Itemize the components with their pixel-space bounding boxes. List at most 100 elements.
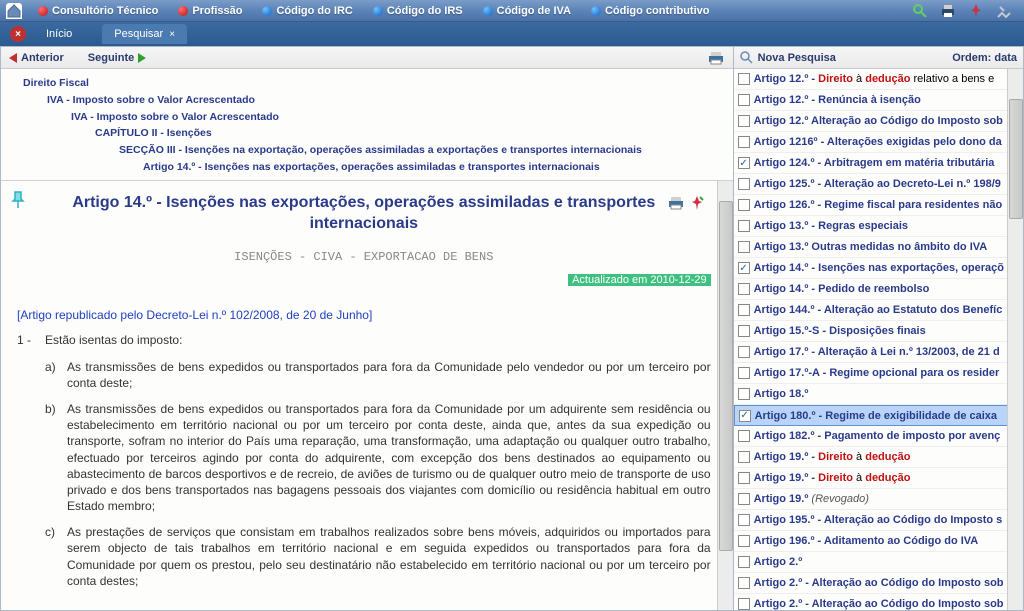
- pin-icon[interactable]: [966, 2, 986, 20]
- search-title[interactable]: Nova Pesquisa: [758, 52, 836, 64]
- checkbox[interactable]: [738, 556, 750, 568]
- search-result-row[interactable]: Artigo 126.º - Regime fiscal para reside…: [734, 195, 1008, 216]
- article-title: Artigo 14.º - Isenções nas exportações, …: [17, 189, 711, 245]
- bullet-icon: [483, 6, 493, 16]
- search-result-row[interactable]: Artigo 13.º - Regras especiais: [734, 216, 1008, 237]
- search-result-row[interactable]: ✓Artigo 124.º - Arbitragem em matéria tr…: [734, 153, 1008, 174]
- search-result-row[interactable]: ✓Artigo 180.º - Regime de exigibilidade …: [734, 405, 1008, 426]
- checkbox[interactable]: [738, 514, 750, 526]
- toolbar-item[interactable]: Consultório Técnico: [28, 5, 168, 17]
- checkbox[interactable]: [738, 94, 750, 106]
- search-icon[interactable]: [910, 2, 930, 20]
- breadcrumb-item[interactable]: SECÇÃO III - Isenções na exportação, ope…: [23, 142, 723, 159]
- home-icon[interactable]: [6, 3, 22, 19]
- search-order[interactable]: Ordem: data: [952, 52, 1017, 64]
- checkbox[interactable]: [738, 283, 750, 295]
- list-letter: a): [45, 359, 67, 391]
- printer-icon[interactable]: [938, 2, 958, 20]
- search-result-row[interactable]: Artigo 196.º - Aditamento ao Código do I…: [734, 531, 1008, 552]
- checkbox[interactable]: [738, 388, 750, 400]
- article-print-icon[interactable]: [667, 195, 685, 211]
- search-result-row[interactable]: Artigo 195.º - Alteração ao Código do Im…: [734, 510, 1008, 531]
- toolbar-item[interactable]: Código contributivo: [581, 5, 719, 17]
- result-label: Artigo 2.º: [754, 556, 803, 568]
- search-result-row[interactable]: Artigo 17.º-A - Regime opcional para os …: [734, 363, 1008, 384]
- breadcrumb-item[interactable]: Direito Fiscal: [23, 75, 723, 92]
- breadcrumb-item[interactable]: IVA - Imposto sobre o Valor Acrescentado: [23, 92, 723, 109]
- tools-icon[interactable]: [994, 2, 1014, 20]
- article-keywords: ISENÇÕES - CIVA - EXPORTACAO DE BENS: [17, 244, 711, 274]
- result-label: Artigo 196.º - Aditamento ao Código do I…: [754, 535, 979, 547]
- search-result-row[interactable]: Artigo 19.º (Revogado): [734, 489, 1008, 510]
- article-pin-icon[interactable]: [689, 195, 705, 211]
- checkbox[interactable]: [738, 136, 750, 148]
- checkbox[interactable]: [738, 346, 750, 358]
- search-result-row[interactable]: ✓Artigo 14.º - Isenções nas exportações,…: [734, 258, 1008, 279]
- search-result-row[interactable]: Artigo 18.º: [734, 384, 1008, 405]
- search-result-row[interactable]: Artigo 15.º-S - Disposições finais: [734, 321, 1008, 342]
- checkbox[interactable]: ✓: [738, 157, 750, 169]
- checkbox[interactable]: [738, 325, 750, 337]
- search-result-row[interactable]: Artigo 19.º - Direito à dedução: [734, 447, 1008, 468]
- article-body: Artigo 14.º - Isenções nas exportações, …: [1, 180, 733, 610]
- search-result-row[interactable]: Artigo 14.º - Pedido de reembolso: [734, 279, 1008, 300]
- checkbox[interactable]: [738, 304, 750, 316]
- search-pane: Nova Pesquisa Ordem: data Artigo 12.º - …: [734, 46, 1024, 611]
- search-result-row[interactable]: Artigo 1216º - Alterações exigidas pelo …: [734, 132, 1008, 153]
- result-label: Artigo 13.º Outras medidas no âmbito do …: [754, 241, 988, 253]
- checkbox[interactable]: [738, 598, 750, 610]
- toolbar-item[interactable]: Profissão: [168, 5, 252, 17]
- breadcrumb-item[interactable]: IVA - Imposto sobre o Valor Acrescentado: [23, 109, 723, 126]
- checkbox[interactable]: [738, 220, 750, 232]
- checkbox[interactable]: [738, 493, 750, 505]
- checkbox[interactable]: [738, 241, 750, 253]
- checkbox[interactable]: ✓: [739, 410, 751, 422]
- breadcrumb-item[interactable]: CAPÍTULO II - Isenções: [23, 125, 723, 142]
- search-result-row[interactable]: Artigo 125.º - Alteração ao Decreto-Lei …: [734, 174, 1008, 195]
- checkbox[interactable]: [738, 451, 750, 463]
- checkbox[interactable]: [738, 367, 750, 379]
- search-result-row[interactable]: Artigo 2.º - Alteração ao Código do Impo…: [734, 573, 1008, 594]
- magnifier-icon[interactable]: [740, 51, 754, 65]
- toolbar-item-label: Consultório Técnico: [52, 5, 158, 17]
- scrollbar-vertical[interactable]: [1007, 69, 1023, 610]
- result-label: Artigo 18.º: [754, 388, 809, 400]
- nav-next[interactable]: Seguinte: [88, 52, 146, 64]
- search-result-row[interactable]: Artigo 13.º Outras medidas no âmbito do …: [734, 237, 1008, 258]
- print-icon[interactable]: [707, 50, 725, 66]
- checkbox[interactable]: [738, 577, 750, 589]
- scrollbar-thumb[interactable]: [719, 201, 733, 551]
- search-result-row[interactable]: Artigo 17.º - Alteração à Lei n.º 13/200…: [734, 342, 1008, 363]
- tab-search[interactable]: Pesquisar×: [102, 24, 187, 44]
- scrollbar-thumb[interactable]: [1009, 99, 1023, 219]
- search-result-row[interactable]: Artigo 12.º - Direito à dedução relativo…: [734, 69, 1008, 90]
- toolbar-item[interactable]: Código do IRS: [363, 5, 473, 17]
- checkbox[interactable]: [738, 115, 750, 127]
- nav-prev[interactable]: Anterior: [9, 52, 64, 64]
- close-icon[interactable]: ×: [10, 26, 26, 42]
- checkbox[interactable]: [738, 430, 750, 442]
- search-result-row[interactable]: Artigo 12.º - Renúncia à isenção: [734, 90, 1008, 111]
- search-result-row[interactable]: Artigo 19.º - Direito à dedução: [734, 468, 1008, 489]
- toolbar-item[interactable]: Código do IRC: [252, 5, 362, 17]
- pin-marker-icon[interactable]: [11, 191, 25, 209]
- nav-home[interactable]: Início: [46, 28, 72, 40]
- search-result-row[interactable]: Artigo 2.º - Alteração ao Código do Impo…: [734, 594, 1008, 610]
- checkbox[interactable]: [738, 73, 750, 85]
- search-result-row[interactable]: Artigo 182.º - Pagamento de imposto por …: [734, 426, 1008, 447]
- checkbox[interactable]: [738, 535, 750, 547]
- result-label: Artigo 19.º - Direito à dedução: [754, 472, 911, 484]
- checkbox[interactable]: [738, 199, 750, 211]
- scrollbar-vertical[interactable]: [717, 181, 733, 610]
- toolbar-item[interactable]: Código de IVA: [473, 5, 581, 17]
- checkbox[interactable]: ✓: [738, 262, 750, 274]
- bullet-icon: [38, 6, 48, 16]
- app-toolbar: Consultório TécnicoProfissãoCódigo do IR…: [0, 0, 1024, 22]
- checkbox[interactable]: [738, 178, 750, 190]
- tab-close-icon[interactable]: ×: [169, 29, 175, 40]
- checkbox[interactable]: [738, 472, 750, 484]
- search-result-row[interactable]: Artigo 144.º - Alteração ao Estatuto dos…: [734, 300, 1008, 321]
- search-result-row[interactable]: Artigo 2.º: [734, 552, 1008, 573]
- breadcrumb-item[interactable]: Artigo 14.º - Isenções nas exportações, …: [23, 159, 723, 176]
- search-result-row[interactable]: Artigo 12.º Alteração ao Código do Impos…: [734, 111, 1008, 132]
